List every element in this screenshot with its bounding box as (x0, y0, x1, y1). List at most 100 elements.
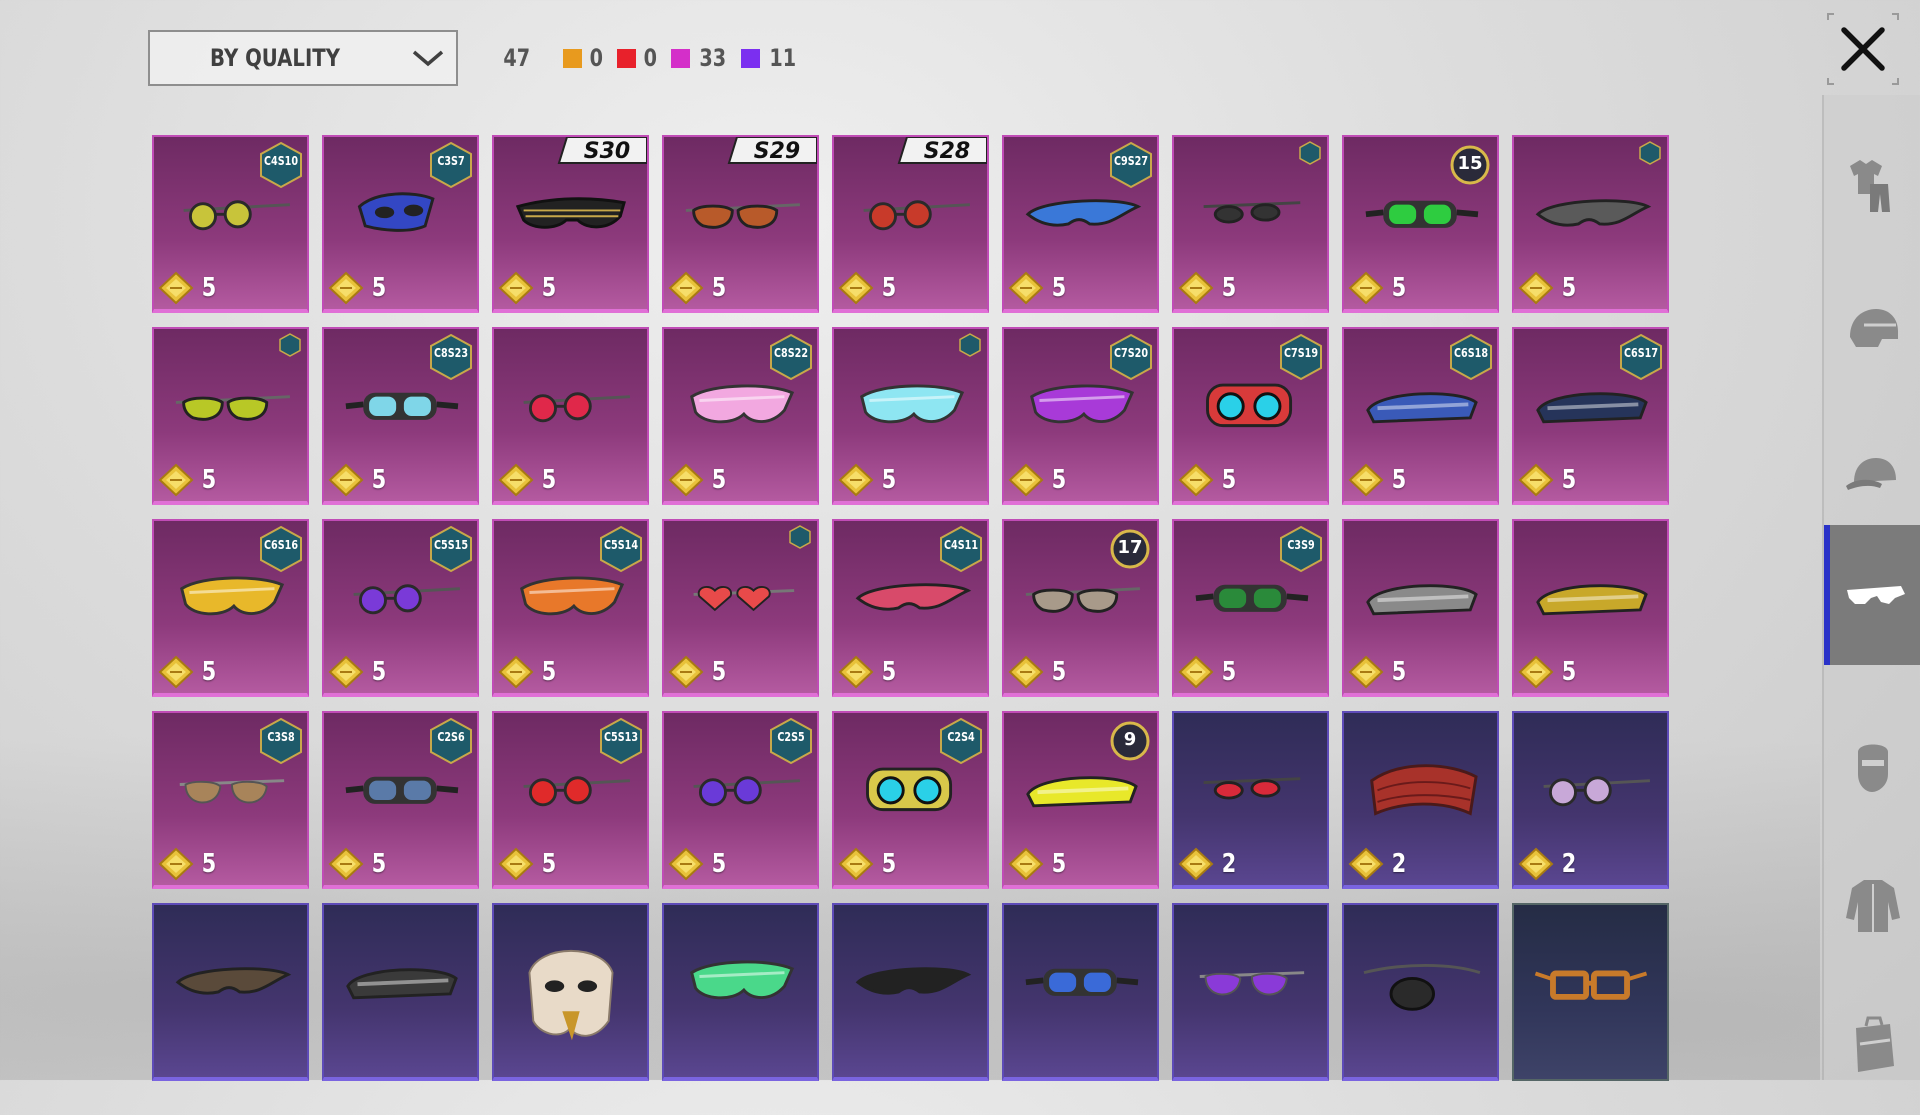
item-price: 2 (1518, 847, 1578, 881)
item-price: 5 (668, 271, 728, 305)
item-card[interactable] (662, 903, 819, 1081)
rail-item-glasses[interactable] (1824, 525, 1920, 665)
item-price: 5 (498, 271, 558, 305)
item-card[interactable]: C3S9 5 (1172, 519, 1329, 697)
item-card[interactable] (832, 903, 989, 1081)
item-card[interactable]: C5S14 5 (492, 519, 649, 697)
sort-dropdown[interactable]: BY QUALITY (148, 30, 458, 86)
rail-item-outfit[interactable] (1824, 115, 1920, 255)
chevron-down-icon (400, 48, 456, 68)
item-card[interactable]: C6S17 5 (1512, 327, 1669, 505)
item-card[interactable] (1512, 903, 1669, 1081)
item-card[interactable]: 2 (1172, 711, 1329, 889)
collection-badge: C2S5 (769, 717, 813, 765)
season-badge-label: S30 (583, 139, 631, 164)
item-card[interactable]: 15 5 (1342, 135, 1499, 313)
item-price-value: 5 (1561, 657, 1577, 687)
item-card[interactable]: 2 (1512, 711, 1669, 889)
coin-icon (498, 847, 534, 881)
close-button[interactable] (1822, 8, 1904, 90)
item-card[interactable] (1172, 903, 1329, 1081)
hexagon-icon (789, 525, 811, 549)
coin-icon (498, 271, 534, 305)
item-card[interactable]: C9S27 5 (1002, 135, 1159, 313)
item-card[interactable]: C3S7 5 (322, 135, 479, 313)
item-price: 5 (1008, 271, 1068, 305)
season-badge: S29 (725, 137, 817, 167)
item-price-value: 5 (1391, 273, 1407, 303)
item-card[interactable]: S28 5 (832, 135, 989, 313)
item-price: 5 (1518, 655, 1578, 689)
coin-icon (1178, 847, 1214, 881)
rail-item-mask[interactable] (1824, 695, 1920, 835)
collection-badge: C3S8 (259, 717, 303, 765)
item-image (1004, 905, 1157, 1077)
item-price: 5 (498, 463, 558, 497)
item-card[interactable]: 9 5 (1002, 711, 1159, 889)
backpack-icon (1856, 1016, 1894, 1072)
item-card[interactable]: 5 (1172, 135, 1329, 313)
item-card[interactable]: C5S15 5 (322, 519, 479, 697)
outfit-icon (1850, 160, 1890, 212)
item-price: 5 (668, 463, 728, 497)
item-card[interactable]: 5 (152, 327, 309, 505)
item-image (154, 905, 307, 1077)
item-card[interactable] (492, 903, 649, 1081)
coin-icon (838, 847, 874, 881)
coin-icon (1518, 463, 1554, 497)
season-badge-label: S29 (753, 139, 801, 164)
item-card[interactable] (322, 903, 479, 1081)
rail-item-cap[interactable] (1824, 405, 1920, 545)
collection-badge-label: C7S20 (1114, 346, 1148, 360)
collection-badge: C7S19 (1279, 333, 1323, 381)
collection-badge: C5S14 (599, 525, 643, 573)
item-card[interactable]: C7S19 5 (1172, 327, 1329, 505)
item-card[interactable]: C8S23 5 (322, 327, 479, 505)
item-card[interactable]: 5 (832, 327, 989, 505)
item-card[interactable]: C3S8 5 (152, 711, 309, 889)
helmet-icon (1850, 309, 1898, 347)
item-card[interactable]: C7S20 5 (1002, 327, 1159, 505)
item-card[interactable] (1002, 903, 1159, 1081)
eyepatch-icon (1363, 964, 1481, 1011)
item-price: 5 (1008, 655, 1068, 689)
rail-item-helmet[interactable] (1824, 260, 1920, 400)
item-card[interactable] (1342, 903, 1499, 1081)
item-card[interactable] (152, 903, 309, 1081)
item-price-value: 5 (881, 849, 897, 879)
item-card[interactable]: S29 5 (662, 135, 819, 313)
collection-badge-label: C6S17 (1624, 346, 1658, 360)
item-card[interactable]: 5 (492, 327, 649, 505)
collection-badge: C2S4 (939, 717, 983, 765)
item-card[interactable]: C4S10 5 (152, 135, 309, 313)
item-card[interactable]: C2S5 5 (662, 711, 819, 889)
item-card[interactable]: S30 5 (492, 135, 649, 313)
item-card[interactable]: 5 (662, 519, 819, 697)
item-card[interactable]: 2 (1342, 711, 1499, 889)
item-card[interactable]: C8S22 5 (662, 327, 819, 505)
coin-icon (158, 655, 194, 689)
purple-count: 11 (769, 44, 797, 72)
item-card[interactable]: 17 5 (1002, 519, 1159, 697)
rail-item-backpack[interactable] (1824, 975, 1920, 1115)
collection-badge (1639, 141, 1661, 165)
rail-item-jacket[interactable] (1824, 835, 1920, 975)
item-price: 5 (1348, 271, 1408, 305)
item-card[interactable]: C2S4 5 (832, 711, 989, 889)
item-card[interactable]: C6S18 5 (1342, 327, 1499, 505)
item-card[interactable]: 5 (1512, 519, 1669, 697)
item-card[interactable]: C4S11 5 (832, 519, 989, 697)
glasses-icon (1847, 586, 1905, 604)
item-card[interactable]: 5 (1512, 135, 1669, 313)
item-card[interactable]: C5S13 5 (492, 711, 649, 889)
collection-badge-label: C9S27 (1114, 154, 1148, 168)
coin-icon (1518, 655, 1554, 689)
coin-icon (328, 271, 364, 305)
item-price-value: 5 (711, 849, 727, 879)
item-card[interactable]: C6S16 5 (152, 519, 309, 697)
item-card[interactable]: 5 (1342, 519, 1499, 697)
item-price-value: 5 (1221, 465, 1237, 495)
item-card[interactable]: C2S6 5 (322, 711, 479, 889)
item-price-value: 5 (1221, 273, 1237, 303)
item-price: 5 (328, 463, 388, 497)
